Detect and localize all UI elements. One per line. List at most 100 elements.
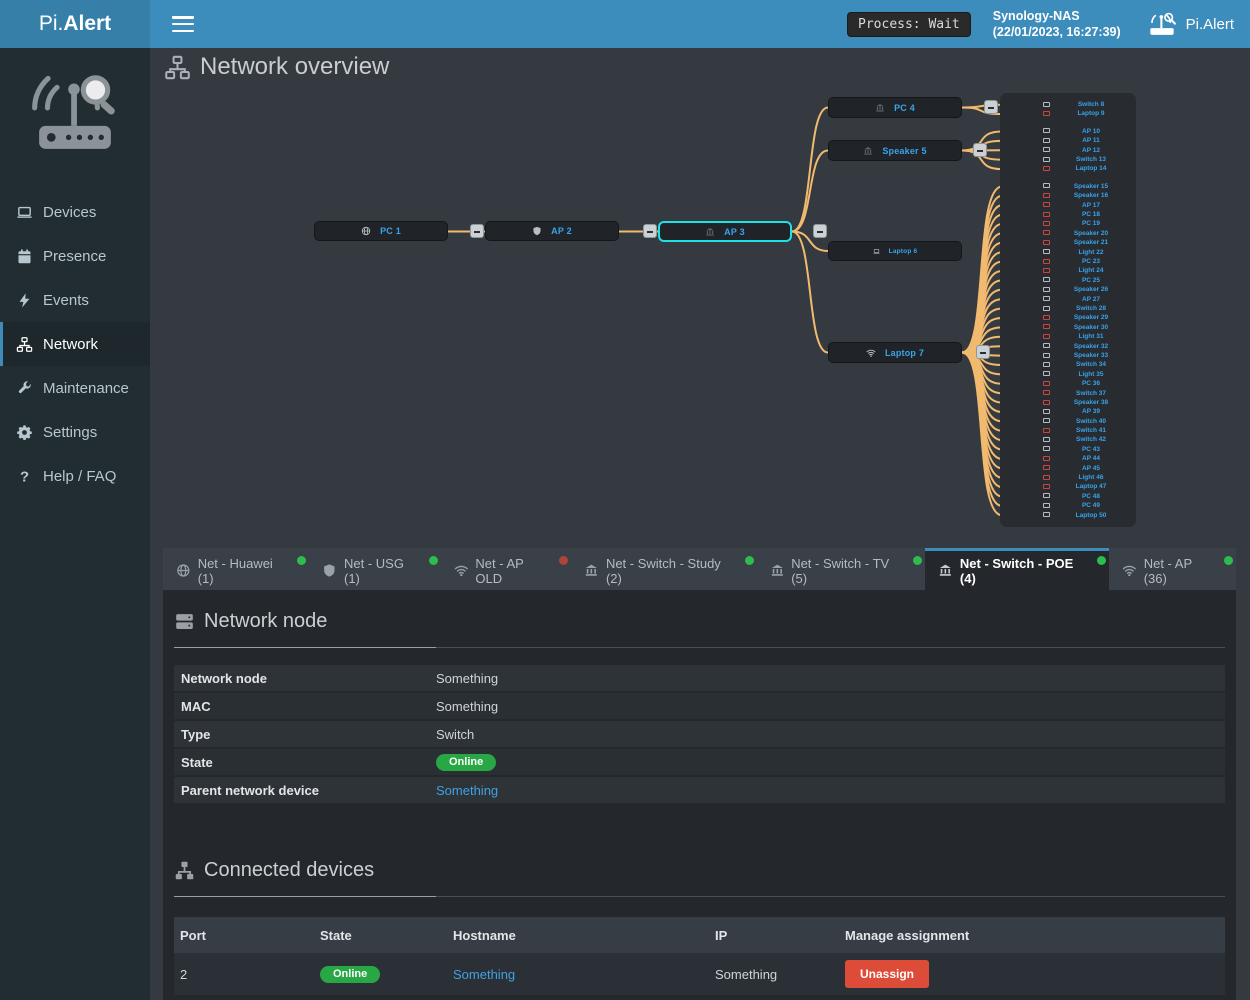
tab-net-ap-old[interactable]: Net - AP OLD bbox=[441, 548, 572, 590]
cluster-item-speaker-15[interactable]: Speaker 15 bbox=[1000, 182, 1136, 191]
cluster-item-switch-37[interactable]: Switch 37 bbox=[1000, 389, 1136, 398]
cluster-item-switch-34[interactable]: Switch 34 bbox=[1000, 360, 1136, 369]
sidebar-menu: DevicesPresenceEventsNetworkMaintenanceS… bbox=[0, 190, 150, 498]
cluster-item-speaker-32[interactable]: Speaker 32 bbox=[1000, 342, 1136, 351]
tab-net-switch-poe-4[interactable]: Net - Switch - POE (4) bbox=[925, 548, 1109, 590]
cluster-item-label: Light 35 bbox=[1052, 370, 1130, 379]
cluster-item-ap-17[interactable]: AP 17 bbox=[1000, 201, 1136, 210]
cluster-item-label: Light 24 bbox=[1052, 266, 1130, 275]
cluster-item-ap-12[interactable]: AP 12 bbox=[1000, 146, 1136, 155]
sidebar-item-maintenance[interactable]: Maintenance bbox=[0, 366, 150, 410]
device-icon-red bbox=[1043, 465, 1050, 470]
cluster-item-speaker-16[interactable]: Speaker 16 bbox=[1000, 191, 1136, 200]
collapse-connector[interactable] bbox=[643, 224, 657, 238]
sidebar-item-help-faq[interactable]: Help / FAQ bbox=[0, 454, 150, 498]
diagram-node-pc4[interactable]: PC 4 bbox=[828, 97, 962, 118]
cluster-item-pc-18[interactable]: PC 18 bbox=[1000, 210, 1136, 219]
cluster-item-switch-42[interactable]: Switch 42 bbox=[1000, 435, 1136, 444]
cluster-item-ap-10[interactable]: AP 10 bbox=[1000, 127, 1136, 136]
cluster-item-pc-36[interactable]: PC 36 bbox=[1000, 379, 1136, 388]
cluster-item-ap-27[interactable]: AP 27 bbox=[1000, 295, 1136, 304]
cluster-item-pc-43[interactable]: PC 43 bbox=[1000, 445, 1136, 454]
sidebar-item-devices[interactable]: Devices bbox=[0, 190, 150, 234]
devices-table: PortStateHostnameIPManage assignment 2 O… bbox=[174, 917, 1225, 995]
cluster-item-speaker-29[interactable]: Speaker 29 bbox=[1000, 313, 1136, 322]
collapse-connector[interactable] bbox=[973, 143, 987, 157]
app-logo[interactable]: Pi.Alert bbox=[0, 0, 150, 48]
diagram-node-laptop7[interactable]: Laptop 7 bbox=[828, 342, 962, 363]
cluster-item-ap-45[interactable]: AP 45 bbox=[1000, 464, 1136, 473]
cluster-item-label: Speaker 30 bbox=[1052, 323, 1130, 332]
cluster-box[interactable]: Switch 8Laptop 9 AP 10AP 11AP 12Switch 13… bbox=[1000, 93, 1136, 527]
diagram-node-speaker5[interactable]: Speaker 5 bbox=[828, 140, 962, 161]
cluster-item-light-46[interactable]: Light 46 bbox=[1000, 473, 1136, 482]
cluster-item-speaker-38[interactable]: Speaker 38 bbox=[1000, 398, 1136, 407]
cluster-item-speaker-30[interactable]: Speaker 30 bbox=[1000, 323, 1136, 332]
cluster-item-switch-8[interactable]: Switch 8 bbox=[1000, 100, 1136, 109]
device-icon-gray bbox=[1043, 277, 1050, 282]
cluster-item-speaker-26[interactable]: Speaker 26 bbox=[1000, 285, 1136, 294]
cluster-item-ap-44[interactable]: AP 44 bbox=[1000, 454, 1136, 463]
cluster-item-light-35[interactable]: Light 35 bbox=[1000, 370, 1136, 379]
sidebar-item-settings[interactable]: Settings bbox=[0, 410, 150, 454]
cluster-item-label: Speaker 16 bbox=[1052, 191, 1130, 200]
cluster-item-laptop-47[interactable]: Laptop 47 bbox=[1000, 482, 1136, 491]
collapse-connector[interactable] bbox=[984, 100, 998, 114]
cluster-item-pc-23[interactable]: PC 23 bbox=[1000, 257, 1136, 266]
sidebar-item-network[interactable]: Network bbox=[0, 322, 150, 366]
cluster-item-switch-28[interactable]: Switch 28 bbox=[1000, 304, 1136, 313]
cluster-item-ap-11[interactable]: AP 11 bbox=[1000, 136, 1136, 145]
cluster-item-pc-19[interactable]: PC 19 bbox=[1000, 219, 1136, 228]
device-icon-red bbox=[1043, 381, 1050, 386]
diagram-node-ap2[interactable]: AP 2 bbox=[485, 221, 619, 241]
cluster-item-laptop-9[interactable]: Laptop 9 bbox=[1000, 109, 1136, 118]
tab-net-huawei-1[interactable]: Net - Huawei (1) bbox=[163, 548, 309, 590]
unassign-button[interactable]: Unassign bbox=[845, 960, 929, 988]
cluster-item-label: AP 27 bbox=[1052, 295, 1130, 304]
collapse-connector[interactable] bbox=[813, 224, 827, 238]
node-label: Speaker 5 bbox=[882, 146, 926, 156]
pialert-router-logo bbox=[28, 72, 122, 154]
cluster-item-laptop-14[interactable]: Laptop 14 bbox=[1000, 164, 1136, 173]
status-dot-green bbox=[297, 556, 306, 565]
collapse-connector[interactable] bbox=[976, 345, 990, 359]
cluster-item-light-24[interactable]: Light 24 bbox=[1000, 266, 1136, 275]
status-dot-green bbox=[745, 556, 754, 565]
cluster-item-light-22[interactable]: Light 22 bbox=[1000, 248, 1136, 257]
device-icon-red bbox=[1043, 475, 1050, 480]
sidebar-item-events[interactable]: Events bbox=[0, 278, 150, 322]
sidebar-item-presence[interactable]: Presence bbox=[0, 234, 150, 278]
section-divider bbox=[174, 896, 1225, 897]
cluster-item-switch-40[interactable]: Switch 40 bbox=[1000, 417, 1136, 426]
navbar-right: Process: Wait Synology-NAS (22/01/2023, … bbox=[847, 8, 1234, 41]
diagram-node-pc1[interactable]: PC 1 bbox=[314, 221, 448, 241]
hostname-cell: Something bbox=[447, 953, 709, 995]
hostname-link[interactable]: Something bbox=[453, 967, 515, 982]
diagram-node-ap3[interactable]: AP 3 bbox=[658, 221, 792, 242]
device-icon-gray bbox=[1043, 157, 1050, 162]
parent-device-link[interactable]: Something bbox=[436, 783, 498, 798]
cluster-item-switch-41[interactable]: Switch 41 bbox=[1000, 426, 1136, 435]
cluster-item-speaker-20[interactable]: Speaker 20 bbox=[1000, 229, 1136, 238]
cluster-item-pc-48[interactable]: PC 48 bbox=[1000, 492, 1136, 501]
node-label: PC 1 bbox=[380, 226, 401, 236]
cluster-item-pc-25[interactable]: PC 25 bbox=[1000, 276, 1136, 285]
tab-net-ap-36[interactable]: Net - AP (36) bbox=[1109, 548, 1236, 590]
cluster-item-ap-39[interactable]: AP 39 bbox=[1000, 407, 1136, 416]
cluster-item-light-31[interactable]: Light 31 bbox=[1000, 332, 1136, 341]
cluster-item-speaker-33[interactable]: Speaker 33 bbox=[1000, 351, 1136, 360]
cluster-item-switch-13[interactable]: Switch 13 bbox=[1000, 155, 1136, 164]
device-icon-red bbox=[1043, 456, 1050, 461]
cluster-item-pc-49[interactable]: PC 49 bbox=[1000, 501, 1136, 510]
cluster-item-laptop-50[interactable]: Laptop 50 bbox=[1000, 511, 1136, 520]
cluster-item-label: Speaker 15 bbox=[1052, 182, 1130, 191]
section-divider bbox=[174, 647, 1225, 648]
cluster-item-speaker-21[interactable]: Speaker 21 bbox=[1000, 238, 1136, 247]
tab-net-switch-study-2[interactable]: Net - Switch - Study (2) bbox=[571, 548, 756, 590]
diagram-node-laptop6[interactable]: Laptop 6 bbox=[828, 241, 962, 261]
tab-net-usg-1[interactable]: Net - USG (1) bbox=[309, 548, 440, 590]
tab-net-switch-tv-5[interactable]: Net - Switch - TV (5) bbox=[757, 548, 926, 590]
collapse-connector[interactable] bbox=[470, 224, 484, 238]
device-icon-gray bbox=[1043, 409, 1050, 414]
sidebar-toggle-button[interactable] bbox=[172, 16, 194, 32]
